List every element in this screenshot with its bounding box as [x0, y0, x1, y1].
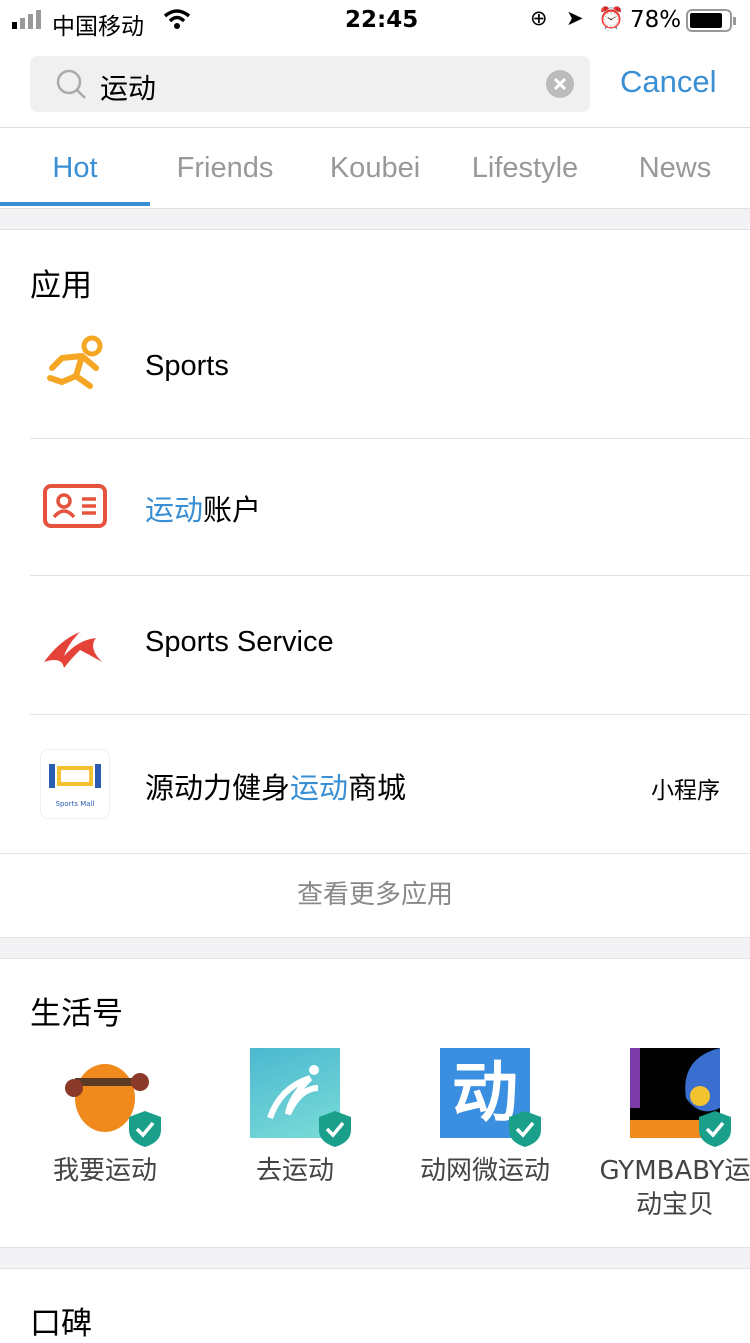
- status-bar: 中国移动 22:45 ⊕ ➤ ⏰ 78%: [0, 0, 750, 40]
- verified-shield-icon: [509, 1111, 541, 1147]
- lifestyle-name: 去运动: [255, 1156, 334, 1186]
- tab-lifestyle[interactable]: Lifestyle: [450, 128, 600, 208]
- tab-news[interactable]: News: [600, 128, 750, 208]
- dong-avatar: 动: [440, 1048, 541, 1147]
- sports-mall-icon: Sports Mall: [40, 749, 110, 819]
- wifi-icon: [163, 8, 191, 36]
- label-part: 账户: [203, 495, 262, 527]
- clock: 22:45: [345, 7, 419, 33]
- section-gap: [0, 208, 750, 230]
- battery-icon: [686, 9, 738, 39]
- search-icon: [56, 69, 88, 105]
- lifestyle-item[interactable]: 去运动: [200, 1048, 390, 1188]
- apps-section-title: 应用: [30, 268, 92, 304]
- app-item-sports-service[interactable]: Sports Service: [0, 576, 750, 715]
- section-gap: [0, 937, 750, 959]
- tab-hot[interactable]: Hot: [0, 128, 150, 208]
- lifestyle-name: GYMBABY运动宝贝: [599, 1156, 750, 1220]
- label-highlight: 运动: [145, 495, 204, 527]
- section-gap: [0, 1247, 750, 1269]
- lifestyle-name: 我要运动: [52, 1156, 157, 1186]
- verified-shield-icon: [699, 1111, 731, 1147]
- tab-koubei[interactable]: Koubei: [300, 128, 450, 208]
- signal-icon: [12, 10, 46, 36]
- rotation-lock-icon: ⊕: [530, 6, 548, 30]
- lifestyle-section-title: 生活号: [30, 996, 123, 1032]
- carrier: 中国移动: [52, 14, 144, 40]
- app-label: Sports: [145, 350, 229, 382]
- verified-shield-icon: [129, 1111, 161, 1147]
- search-input[interactable]: 运动: [30, 56, 590, 112]
- lifestyle-item[interactable]: GYMBABY运动宝贝: [580, 1048, 750, 1222]
- search-value: 运动: [100, 72, 157, 105]
- id-card-icon: [40, 471, 110, 541]
- koubei-section-title: 口碑: [30, 1306, 92, 1342]
- app-label: Sports Service: [145, 626, 334, 658]
- icon-text: Sports Mall: [55, 800, 95, 808]
- swoosh-icon: [40, 610, 110, 680]
- gymbaby-avatar: [630, 1048, 731, 1147]
- cancel-button[interactable]: Cancel: [620, 64, 717, 100]
- runner-icon: [40, 334, 110, 404]
- app-item-sports[interactable]: Sports: [0, 300, 750, 439]
- app-item-sports-account[interactable]: 运动账户: [0, 437, 750, 576]
- mascot-avatar: [60, 1048, 161, 1147]
- app-item-sports-mall[interactable]: Sports Mall 源动力健身运动商城 小程序: [0, 715, 750, 854]
- location-icon: ➤: [566, 6, 584, 30]
- runner-avatar: [250, 1048, 351, 1147]
- app-label: 运动账户: [145, 487, 261, 529]
- see-more-apps-link[interactable]: 查看更多应用: [0, 854, 750, 937]
- tab-bar: Hot Friends Koubei Lifestyle News: [0, 128, 750, 208]
- label-highlight: 运动: [290, 773, 349, 805]
- label-part: 商城: [348, 773, 407, 805]
- mini-program-tag: 小程序: [651, 778, 720, 804]
- lifestyle-item[interactable]: 动 动网微运动: [390, 1048, 580, 1188]
- tab-friends[interactable]: Friends: [150, 128, 300, 208]
- app-label: 源动力健身运动商城: [145, 765, 406, 807]
- alarm-icon: ⏰: [598, 6, 625, 30]
- lifestyle-item[interactable]: 我要运动: [10, 1048, 200, 1188]
- label-part: 源动力健身: [145, 773, 291, 805]
- battery-percent: 78%: [630, 7, 682, 33]
- verified-shield-icon: [319, 1111, 351, 1147]
- clear-icon[interactable]: [546, 70, 574, 102]
- lifestyle-name: 动网微运动: [419, 1156, 550, 1186]
